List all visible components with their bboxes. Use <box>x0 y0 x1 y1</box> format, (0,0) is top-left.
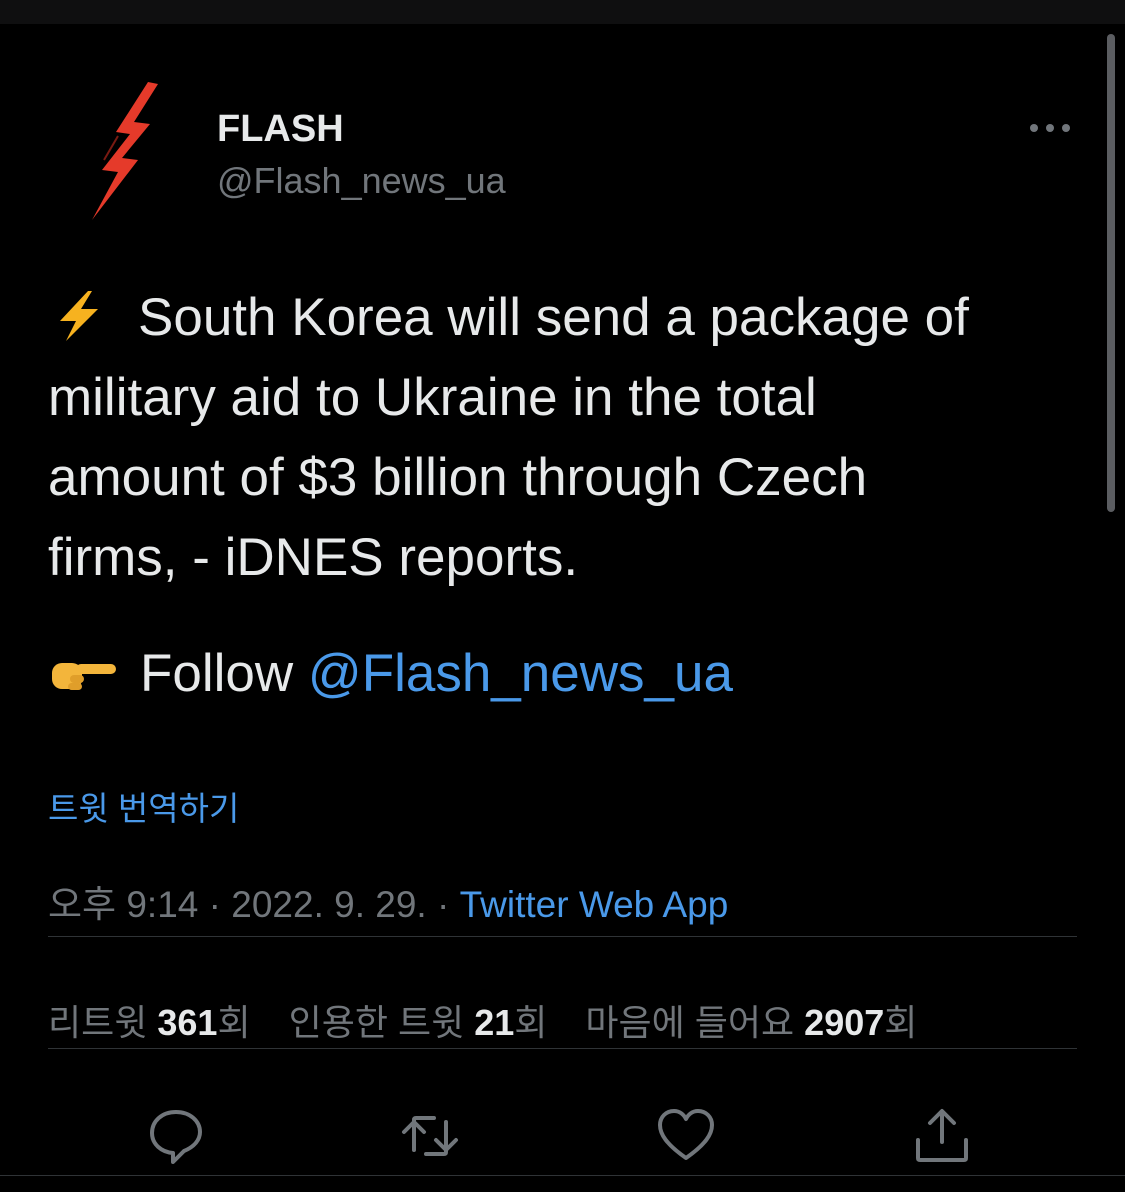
tweet-stats: 리트윗 361회 인용한 트윗 21회 마음에 들어요 2907회 <box>48 994 945 1046</box>
retweets-stat[interactable]: 리트윗 361회 <box>48 1002 251 1043</box>
follow-text: Follow <box>140 644 294 703</box>
status-strip <box>0 0 1125 24</box>
tweet-text: South Korea will send a package of milit… <box>48 278 1088 598</box>
tweet-detail: FLASH @Flash_news_ua South Korea will se… <box>0 24 1100 1192</box>
likes-stat[interactable]: 마음에 들어요 2907회 <box>585 1002 917 1043</box>
tweet-text-line: firms, - iDNES reports. <box>48 528 579 587</box>
user-handle[interactable]: @Flash_news_ua <box>217 160 506 202</box>
tweet-text-line: South Korea will send a package of <box>48 278 1088 358</box>
divider <box>0 1175 1125 1176</box>
tweet-text-line: military aid to Ukraine in the total <box>48 368 817 427</box>
share-icon[interactable] <box>912 1106 972 1166</box>
tweet-date[interactable]: 2022. 9. 29. <box>231 884 426 925</box>
high-voltage-emoji-icon <box>60 291 98 341</box>
tweet-text-line: amount of $3 billion through Czech <box>48 448 868 507</box>
quotes-stat[interactable]: 인용한 트윗 21회 <box>289 1002 548 1043</box>
divider <box>48 1048 1077 1049</box>
mention-link[interactable]: @Flash_news_ua <box>308 644 733 703</box>
tweet-source[interactable]: Twitter Web App <box>460 884 729 925</box>
tweet-meta: 오후 9:14 · 2022. 9. 29. · Twitter Web App <box>48 884 729 925</box>
more-options-icon[interactable] <box>1026 116 1074 140</box>
red-lightning-bolt-icon <box>92 82 158 220</box>
like-icon[interactable] <box>656 1106 716 1166</box>
translate-tweet-link[interactable]: 트윗 번역하기 <box>48 782 239 830</box>
tweet-time[interactable]: 오후 9:14 <box>48 884 198 925</box>
scrollbar[interactable] <box>1107 34 1115 512</box>
divider <box>48 936 1077 937</box>
retweet-icon[interactable] <box>400 1106 460 1166</box>
pointing-right-hand-emoji-icon <box>52 663 116 690</box>
display-name[interactable]: FLASH <box>217 108 344 151</box>
reply-icon[interactable] <box>146 1106 206 1166</box>
avatar[interactable] <box>58 74 188 224</box>
follow-line: Follow @Flash_news_ua <box>48 634 733 714</box>
